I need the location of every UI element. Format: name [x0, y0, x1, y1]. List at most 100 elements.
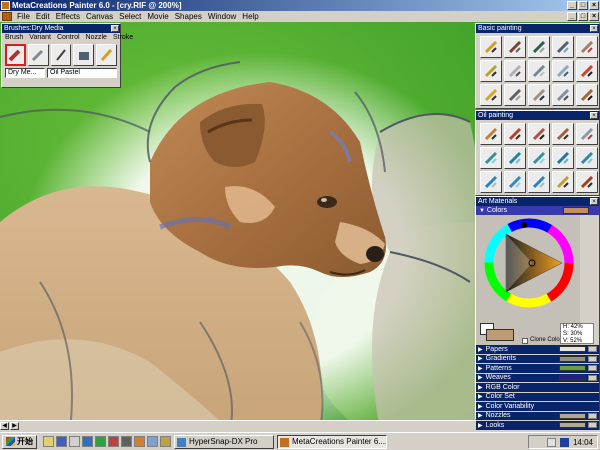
section-menu-button[interactable]: [588, 346, 597, 352]
brushes-close-button[interactable]: ×: [111, 25, 119, 32]
basic-tool-11-icon[interactable]: [480, 84, 502, 106]
basic-tool-12-icon[interactable]: [504, 84, 526, 106]
oil-tool-14-icon[interactable]: [552, 171, 574, 193]
basic-tool-2-icon[interactable]: [504, 36, 526, 58]
minimize-button[interactable]: _: [567, 1, 577, 10]
section-patterns[interactable]: ▶ Patterns: [476, 364, 599, 374]
basic-tool-15-icon[interactable]: [576, 84, 598, 106]
app-icon-5[interactable]: [160, 436, 171, 447]
section-color-set[interactable]: ▶ Color Set: [476, 392, 599, 402]
basic-tool-14-icon[interactable]: [552, 84, 574, 106]
basic-tool-4-icon[interactable]: [552, 36, 574, 58]
browser-icon[interactable]: [56, 436, 67, 447]
brushes-menu-nozzle[interactable]: Nozzle: [83, 33, 110, 42]
colors-section-header[interactable]: ▼ Colors: [476, 206, 599, 215]
brushes-menu-brush[interactable]: Brush: [2, 33, 26, 42]
input-method-icon[interactable]: [559, 437, 569, 447]
folder-icon[interactable]: [43, 436, 54, 447]
brushes-menu-control[interactable]: Control: [54, 33, 83, 42]
basic-tool-1-icon[interactable]: [480, 36, 502, 58]
desktop-icon[interactable]: [69, 436, 80, 447]
pen-brush-icon[interactable]: [50, 44, 72, 66]
menu-movie[interactable]: Movie: [144, 11, 171, 22]
excel-icon[interactable]: [95, 436, 106, 447]
oil-painting-title[interactable]: Oil painting ×: [476, 111, 599, 120]
basic-tool-6-icon[interactable]: [480, 60, 502, 82]
basic-tool-3-icon[interactable]: [528, 36, 550, 58]
airbrush-brush-icon[interactable]: [27, 44, 49, 66]
basic-tool-7-icon[interactable]: [504, 60, 526, 82]
section-menu-button[interactable]: [588, 355, 597, 362]
word-icon[interactable]: [82, 436, 93, 447]
basic-tool-10-icon[interactable]: [576, 60, 598, 82]
section-menu-button[interactable]: [588, 412, 597, 419]
hue-ring[interactable]: [484, 218, 588, 323]
section-color-variability[interactable]: ▶ Color Variability: [476, 402, 599, 412]
basic-tool-9-icon[interactable]: [552, 60, 574, 82]
oil-pastel-brush-icon[interactable]: [5, 44, 26, 66]
scroll-right-button[interactable]: ▶: [10, 422, 19, 430]
app-icon-3[interactable]: [134, 436, 145, 447]
doc-restore-button[interactable]: □: [578, 12, 588, 21]
start-button[interactable]: 开始: [2, 434, 37, 449]
oil-painting-close-button[interactable]: ×: [590, 112, 598, 119]
basic-painting-title[interactable]: Basic painting ×: [476, 24, 599, 33]
app-icon-4[interactable]: [147, 436, 158, 447]
oil-tool-1-icon[interactable]: [480, 123, 502, 145]
oil-tool-4-icon[interactable]: [552, 123, 574, 145]
basic-tool-8-icon[interactable]: [528, 60, 550, 82]
horizontal-scrollbar[interactable]: ◀ ▶: [0, 420, 476, 430]
oil-tool-11-icon[interactable]: [480, 171, 502, 193]
close-button[interactable]: ×: [589, 1, 599, 10]
oil-tool-3-icon[interactable]: [528, 123, 550, 145]
brushes-palette-title[interactable]: Brushes:Dry Media ×: [2, 24, 120, 33]
clone-color-checkbox[interactable]: [522, 338, 528, 344]
menu-file[interactable]: File: [14, 11, 33, 22]
menu-effects[interactable]: Effects: [53, 11, 83, 22]
oil-tool-15-icon[interactable]: [576, 171, 598, 193]
pencil-brush-icon[interactable]: [96, 44, 117, 66]
task-hypersnap[interactable]: HyperSnap-DX Pro: [174, 434, 274, 449]
oil-tool-13-icon[interactable]: [528, 171, 550, 193]
task-painter[interactable]: MetaCreations Painter 6....: [277, 434, 387, 449]
app-icon-1[interactable]: [108, 436, 119, 447]
menu-edit[interactable]: Edit: [33, 11, 53, 22]
oil-tool-12-icon[interactable]: [504, 171, 526, 193]
oil-tool-2-icon[interactable]: [504, 123, 526, 145]
oil-tool-8-icon[interactable]: [528, 147, 550, 169]
section-gradients[interactable]: ▶ Gradients: [476, 354, 599, 364]
section-menu-button[interactable]: [588, 422, 597, 428]
oil-tool-9-icon[interactable]: [552, 147, 574, 169]
brushes-menu-variant[interactable]: Variant: [26, 33, 54, 42]
section-weaves[interactable]: ▶ Weaves: [476, 373, 599, 383]
document-icon[interactable]: [2, 12, 12, 21]
doc-close-button[interactable]: ×: [589, 12, 599, 21]
section-rgb-color[interactable]: ▶ RGB Color: [476, 383, 599, 393]
doc-minimize-button[interactable]: _: [567, 12, 577, 21]
section-looks[interactable]: ▶ Looks: [476, 421, 599, 431]
bucket-brush-icon[interactable]: [73, 44, 95, 66]
menu-shapes[interactable]: Shapes: [172, 11, 205, 22]
art-materials-title[interactable]: Art Materials ×: [476, 197, 599, 206]
basic-painting-close-button[interactable]: ×: [590, 25, 598, 32]
basic-tool-13-icon[interactable]: [528, 84, 550, 106]
oil-tool-5-icon[interactable]: [576, 123, 598, 145]
brush-variant-field[interactable]: Oil Pastel: [47, 68, 117, 78]
app-icon-2[interactable]: [121, 436, 132, 447]
section-papers[interactable]: ▶ Papers: [476, 345, 599, 355]
section-menu-button[interactable]: [588, 365, 597, 371]
menu-help[interactable]: Help: [239, 11, 261, 22]
brushes-menu-stroke[interactable]: Stroke: [110, 33, 136, 42]
menu-window[interactable]: Window: [205, 11, 239, 22]
speaker-icon[interactable]: [546, 437, 556, 447]
menu-canvas[interactable]: Canvas: [83, 11, 116, 22]
section-menu-button[interactable]: [588, 374, 597, 381]
section-nozzles[interactable]: ▶ Nozzles: [476, 411, 599, 421]
oil-tool-10-icon[interactable]: [576, 147, 598, 169]
oil-tool-7-icon[interactable]: [504, 147, 526, 169]
art-materials-close-button[interactable]: ×: [590, 198, 598, 205]
basic-tool-5-icon[interactable]: [576, 36, 598, 58]
brush-category-field[interactable]: Dry Me...: [5, 68, 45, 78]
primary-color-swatch[interactable]: [486, 329, 514, 341]
maximize-button[interactable]: □: [578, 1, 588, 10]
